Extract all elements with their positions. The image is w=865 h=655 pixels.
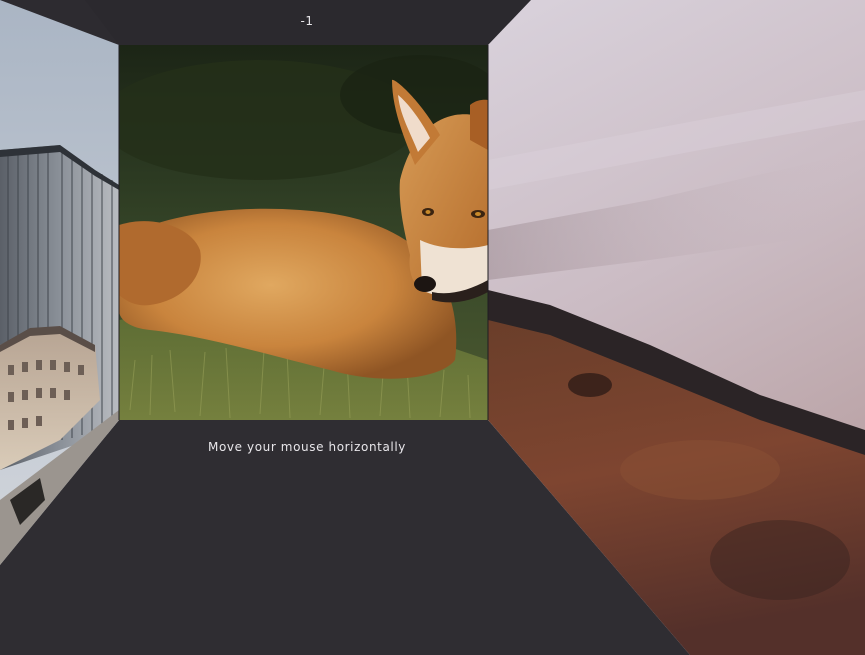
center-wall-image: [119, 45, 488, 420]
slide-counter: -1: [300, 14, 314, 28]
room-scene: [0, 0, 865, 655]
gallery-room[interactable]: -1 Move your mouse horizontally: [0, 0, 865, 655]
instruction-text: Move your mouse horizontally: [208, 440, 406, 454]
